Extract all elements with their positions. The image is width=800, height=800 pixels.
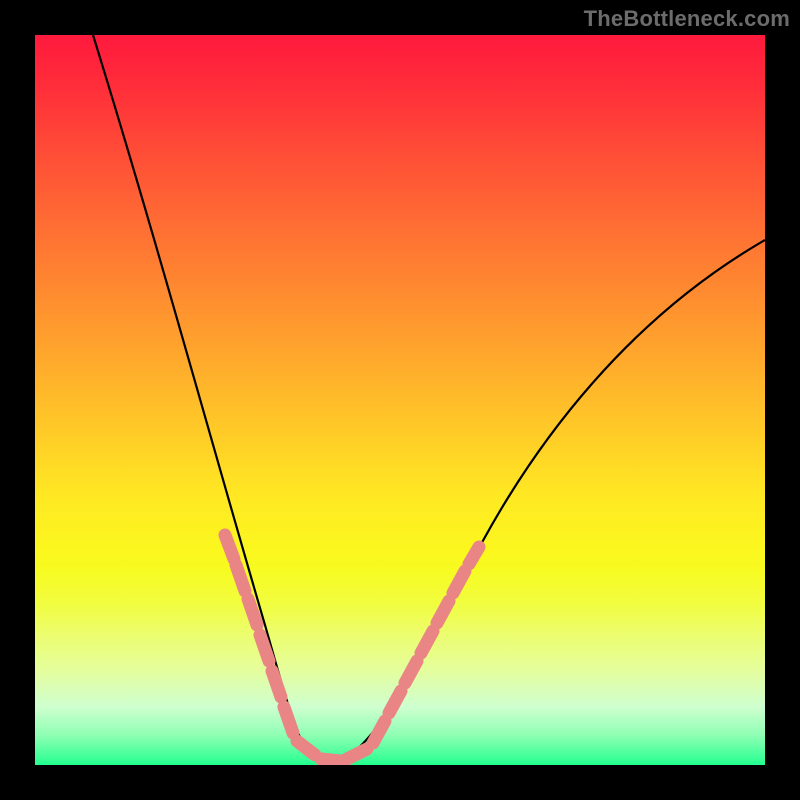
marker-group-trough [297,741,367,761]
plot-area [35,35,765,765]
marker-group-right [373,547,479,743]
watermark-label: TheBottleneck.com [584,6,790,32]
chart-frame: TheBottleneck.com [0,0,800,800]
marker-group-left [225,535,293,733]
curve-layer [35,35,765,765]
bottleneck-curve [93,35,765,764]
